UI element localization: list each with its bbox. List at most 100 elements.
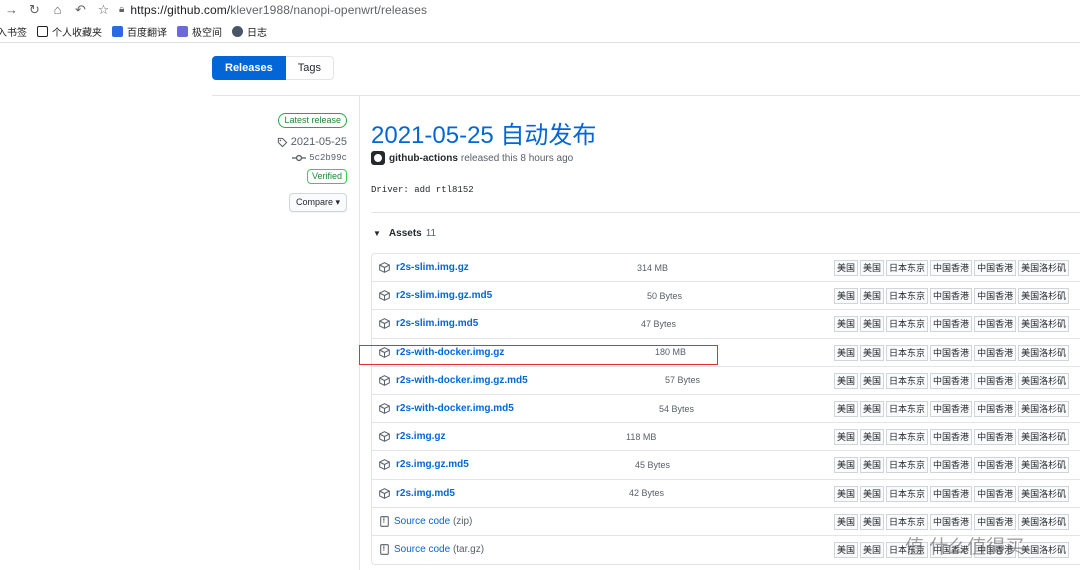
bookmark-item[interactable]: 极空间 xyxy=(177,24,222,39)
mirror-button[interactable]: 美国 xyxy=(834,288,859,305)
mirror-button[interactable]: 中国香港 xyxy=(974,260,1017,276)
mirror-button[interactable]: 中国香港 xyxy=(930,485,973,502)
mirror-button[interactable]: 中国香港 xyxy=(930,513,973,530)
mirror-button[interactable]: 中国香港 xyxy=(930,400,973,417)
mirror-button[interactable]: 美国 xyxy=(834,344,859,361)
release-commit[interactable]: 5c2b99c xyxy=(230,153,347,163)
bookmark-item[interactable]: 入书签 xyxy=(0,24,27,39)
mirror-button[interactable]: 美国 xyxy=(860,513,885,530)
mirror-button[interactable]: 中国香港 xyxy=(974,288,1017,305)
compare-button[interactable]: Compare ▾ xyxy=(288,193,347,212)
mirror-button[interactable]: 美国洛杉矶 xyxy=(1018,288,1070,305)
mirror-button[interactable]: 美国 xyxy=(860,260,885,276)
mirror-button[interactable]: 中国香港 xyxy=(930,457,973,474)
mirror-button[interactable]: 中国香港 xyxy=(974,400,1017,417)
mirror-button[interactable]: 美国 xyxy=(834,429,859,446)
tab-releases[interactable]: Releases xyxy=(212,56,286,80)
asset-link[interactable]: r2s-with-docker.img.gz.md5 xyxy=(396,375,528,386)
mirror-button[interactable]: 美国 xyxy=(834,372,859,389)
package-icon xyxy=(379,459,390,471)
author-name[interactable]: github-actions xyxy=(389,153,458,164)
star-icon[interactable]: ☆ xyxy=(92,2,115,18)
mirror-button[interactable]: 美国 xyxy=(834,316,859,333)
asset-link[interactable]: r2s-slim.img.gz xyxy=(396,262,469,273)
mirror-button[interactable]: 美国洛杉矶 xyxy=(1018,485,1070,502)
folder-icon xyxy=(37,26,48,37)
mirror-button[interactable]: 美国 xyxy=(860,400,885,417)
lock-icon[interactable]: 🔒︎ xyxy=(119,4,124,15)
mirror-button[interactable]: 日本东京 xyxy=(886,485,929,502)
mirror-button[interactable]: 美国 xyxy=(834,400,859,417)
mirror-button[interactable]: 美国洛杉矶 xyxy=(1018,541,1070,558)
mirror-button[interactable]: 中国香港 xyxy=(930,429,973,446)
asset-link[interactable]: r2s-slim.img.gz.md5 xyxy=(396,290,492,301)
mirror-button[interactable]: 美国 xyxy=(860,541,885,558)
tab-tags[interactable]: Tags xyxy=(285,56,334,80)
mirror-button[interactable]: 日本东京 xyxy=(886,344,929,361)
mirror-button[interactable]: 中国香港 xyxy=(930,372,973,389)
mirror-button[interactable]: 日本东京 xyxy=(886,372,929,389)
asset-link[interactable]: r2s-slim.img.md5 xyxy=(396,318,478,329)
mirror-button[interactable]: 美国 xyxy=(834,541,859,558)
github-actions-avatar[interactable] xyxy=(371,151,385,165)
mirror-button[interactable]: 日本东京 xyxy=(886,457,929,474)
mirror-button[interactable]: 中国香港 xyxy=(930,316,973,333)
asset-link[interactable]: Source code (zip) xyxy=(394,516,472,527)
mirror-button[interactable]: 美国洛杉矶 xyxy=(1018,513,1070,530)
mirror-button[interactable]: 中国香港 xyxy=(974,457,1017,474)
asset-link[interactable]: Source code (tar.gz) xyxy=(394,544,484,555)
tag-name: 2021-05-25 xyxy=(290,136,347,148)
bookmark-item[interactable]: 日志 xyxy=(232,24,267,39)
asset-link[interactable]: r2s-with-docker.img.gz xyxy=(396,347,504,358)
mirror-button[interactable]: 中国香港 xyxy=(930,288,973,305)
mirror-button[interactable]: 美国 xyxy=(860,316,885,333)
mirror-button[interactable]: 美国 xyxy=(860,429,885,446)
asset-link[interactable]: r2s.img.gz.md5 xyxy=(396,459,469,470)
mirror-button[interactable]: 美国 xyxy=(860,372,885,389)
forward-icon[interactable]: → xyxy=(0,2,23,17)
mirror-button[interactable]: 中国香港 xyxy=(974,485,1017,502)
mirror-button[interactable]: 中国香港 xyxy=(974,344,1017,361)
assets-toggle[interactable]: ▼ Assets 11 xyxy=(373,228,436,239)
mirror-button[interactable]: 美国洛杉矶 xyxy=(1018,344,1070,361)
mirror-button[interactable]: 美国洛杉矶 xyxy=(1018,429,1070,446)
mirror-button[interactable]: 中国香港 xyxy=(930,260,973,276)
asset-link[interactable]: r2s.img.md5 xyxy=(396,488,455,499)
mirror-button[interactable]: 美国 xyxy=(860,457,885,474)
asset-link[interactable]: r2s-with-docker.img.md5 xyxy=(396,403,514,414)
mirror-button[interactable]: 美国洛杉矶 xyxy=(1018,400,1070,417)
mirror-button[interactable]: 美国洛杉矶 xyxy=(1018,457,1070,474)
mirror-button[interactable]: 美国洛杉矶 xyxy=(1018,372,1070,389)
mirror-button[interactable]: 美国 xyxy=(834,260,859,276)
release-tag[interactable]: 2021-05-25 xyxy=(230,136,347,148)
mirror-button[interactable]: 美国 xyxy=(860,344,885,361)
release-title[interactable]: 2021-05-25 自动发布 xyxy=(371,115,596,150)
mirror-button[interactable]: 日本东京 xyxy=(886,316,929,333)
mirror-button[interactable]: 中国香港 xyxy=(974,513,1017,530)
reload-icon[interactable]: ↻ xyxy=(23,2,46,18)
mirror-button[interactable]: 日本东京 xyxy=(886,513,929,530)
mirror-button[interactable]: 美国 xyxy=(860,485,885,502)
asset-link[interactable]: r2s.img.gz xyxy=(396,431,445,442)
bookmark-item[interactable]: 个人收藏夹 xyxy=(37,24,102,39)
mirror-button[interactable]: 中国香港 xyxy=(930,344,973,361)
mirror-button[interactable]: 美国 xyxy=(834,485,859,502)
mirror-button[interactable]: 中国香港 xyxy=(974,372,1017,389)
bookmark-item[interactable]: 百度翻译 xyxy=(112,24,167,39)
url-field[interactable]: https://github.com/klever1988/nanopi-ope… xyxy=(130,3,427,17)
mirror-button[interactable]: 日本东京 xyxy=(886,260,929,276)
mirror-button[interactable]: 美国洛杉矶 xyxy=(1018,260,1070,276)
mirror-button[interactable]: 中国香港 xyxy=(974,316,1017,333)
undo-icon[interactable]: ↶ xyxy=(69,2,92,18)
mirror-button[interactable]: 中国香港 xyxy=(974,429,1017,446)
mirror-button[interactable]: 日本东京 xyxy=(886,429,929,446)
mirror-button[interactable]: 日本东京 xyxy=(886,288,929,305)
mirror-button[interactable]: 美国 xyxy=(834,457,859,474)
mirror-button[interactable]: 美国洛杉矶 xyxy=(1018,316,1070,333)
mirror-button[interactable]: 美国 xyxy=(860,288,885,305)
mirror-button[interactable]: 美国 xyxy=(834,513,859,530)
home-icon[interactable]: ⌂ xyxy=(46,2,69,17)
asset-name: r2s-with-docker.img.gz xyxy=(396,346,505,358)
mirror-button[interactable]: 日本东京 xyxy=(886,400,929,417)
verified-badge[interactable]: Verified xyxy=(306,169,347,184)
